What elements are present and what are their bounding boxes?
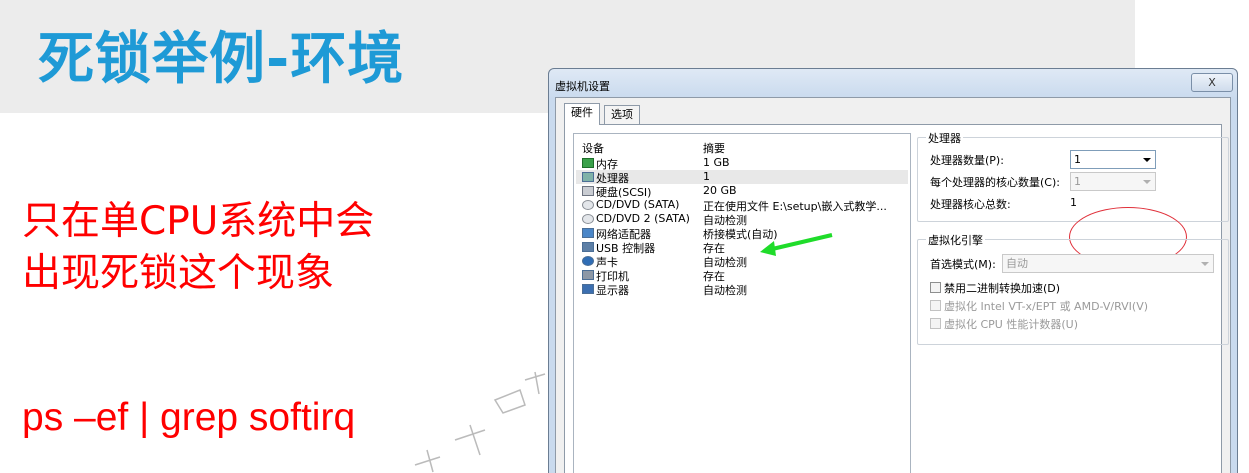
device-list-header: 设备 摘要 xyxy=(574,140,910,155)
virtualize-vtx-checkbox[interactable]: 虚拟化 Intel VT-x/EPT 或 AMD-V/RVI(V) xyxy=(930,298,1148,314)
column-summary: 摘要 xyxy=(703,142,725,155)
watermark-graphic xyxy=(414,371,546,473)
total-cores-label: 处理器核心总数: xyxy=(930,198,1011,211)
device-row-printer[interactable]: 打印机 存在 xyxy=(576,268,908,283)
device-name: CD/DVD 2 (SATA) xyxy=(596,212,690,225)
slide-title: 死锁举例-环境 xyxy=(38,27,405,92)
sound-icon xyxy=(582,256,594,266)
cores-label: 每个处理器的核心数量(C): xyxy=(930,176,1060,189)
preferred-mode-select[interactable]: 自动 xyxy=(1002,254,1214,273)
chevron-down-icon xyxy=(1201,262,1209,266)
device-row-processor[interactable]: 处理器 1 xyxy=(576,170,908,185)
device-name: CD/DVD (SATA) xyxy=(596,198,680,211)
green-arrow-icon xyxy=(760,233,833,256)
command-text: ps –ef | grep softirq xyxy=(22,396,356,439)
display-icon xyxy=(582,284,594,294)
device-row-cd-dvd-2[interactable]: CD/DVD 2 (SATA) 自动检测 xyxy=(576,212,908,227)
chevron-down-icon xyxy=(1143,180,1151,184)
checkbox-label: 禁用二进制转换加速(D) xyxy=(944,282,1061,295)
device-name: 显示器 xyxy=(596,284,629,297)
hardware-panel: 设备 摘要 内存 1 GB 处理器 1 硬盘(SCSI) 20 GB CD/DV… xyxy=(564,124,1229,473)
cd-dvd-icon xyxy=(582,200,594,210)
column-device: 设备 xyxy=(582,142,604,155)
tab-options[interactable]: 选项 xyxy=(604,105,640,125)
processor-count-value: 1 xyxy=(1074,153,1081,166)
cores-value: 1 xyxy=(1074,175,1081,188)
processor-group: 处理器 处理器数量(P): 1 每个处理器的核心数量(C): 1 处理器核心总数… xyxy=(917,130,1229,222)
virtualization-group-label: 虚拟化引擎 xyxy=(926,232,985,248)
disable-binary-translation-checkbox[interactable]: 禁用二进制转换加速(D) xyxy=(930,280,1060,296)
memory-icon xyxy=(582,158,594,168)
chevron-down-icon xyxy=(1143,158,1151,162)
device-row-cd-dvd[interactable]: CD/DVD (SATA) 正在使用文件 E:\setup\嵌入式教学... xyxy=(576,198,908,213)
dialog-title: 虚拟机设置 xyxy=(555,80,610,93)
checkbox-box xyxy=(930,318,941,329)
checkbox-box xyxy=(930,300,941,311)
device-row-network[interactable]: 网络适配器 桥接模式(自动) xyxy=(576,226,908,241)
device-summary: 自动检测 xyxy=(703,284,747,297)
processor-group-label: 处理器 xyxy=(926,130,963,146)
note-line-2: 出现死锁这个现象 xyxy=(22,251,335,296)
device-summary: 1 GB xyxy=(703,156,730,169)
virtualization-group: 虚拟化引擎 首选模式(M): 自动 禁用二进制转换加速(D) 虚拟化 Intel… xyxy=(917,232,1229,345)
close-icon: X xyxy=(1208,76,1216,89)
usb-icon xyxy=(582,242,594,252)
device-summary: 1 xyxy=(703,170,710,183)
printer-icon xyxy=(582,270,594,280)
cores-select[interactable]: 1 xyxy=(1070,172,1156,191)
hard-disk-icon xyxy=(582,186,594,196)
device-summary: 20 GB xyxy=(703,184,737,197)
device-row-memory[interactable]: 内存 1 GB xyxy=(576,156,908,171)
device-row-sound[interactable]: 声卡 自动检测 xyxy=(576,254,908,269)
tab-hardware[interactable]: 硬件 xyxy=(564,103,600,125)
close-button[interactable]: X xyxy=(1191,73,1233,92)
slide-note: 只在单CPU系统中会 出现死锁这个现象 xyxy=(22,196,374,300)
dialog-body: 硬件 选项 设备 摘要 内存 1 GB 处理器 1 硬盘(SCSI) 20 GB… xyxy=(555,97,1231,473)
cd-dvd-icon xyxy=(582,214,594,224)
checkbox-label: 虚拟化 CPU 性能计数器(U) xyxy=(944,318,1078,331)
device-row-display[interactable]: 显示器 自动检测 xyxy=(576,282,908,297)
checkbox-box xyxy=(930,282,941,293)
device-row-hard-disk[interactable]: 硬盘(SCSI) 20 GB xyxy=(576,184,908,199)
processor-count-select[interactable]: 1 xyxy=(1070,150,1156,169)
checkbox-label: 虚拟化 Intel VT-x/EPT 或 AMD-V/RVI(V) xyxy=(944,300,1149,313)
processor-count-label: 处理器数量(P): xyxy=(930,154,1004,167)
note-line-1: 只在单CPU系统中会 xyxy=(22,199,375,244)
device-row-usb[interactable]: USB 控制器 存在 xyxy=(576,240,908,255)
preferred-mode-label: 首选模式(M): xyxy=(930,258,996,271)
virtualize-cpu-counters-checkbox[interactable]: 虚拟化 CPU 性能计数器(U) xyxy=(930,316,1078,332)
network-icon xyxy=(582,228,594,238)
preferred-mode-value: 自动 xyxy=(1006,257,1028,270)
device-list: 设备 摘要 内存 1 GB 处理器 1 硬盘(SCSI) 20 GB CD/DV… xyxy=(573,133,911,473)
vm-settings-dialog: 虚拟机设置 X 硬件 选项 设备 摘要 内存 1 GB 处理器 1 硬盘(SCS… xyxy=(548,68,1238,473)
total-cores-value: 1 xyxy=(1070,196,1077,209)
processor-icon xyxy=(582,172,594,182)
